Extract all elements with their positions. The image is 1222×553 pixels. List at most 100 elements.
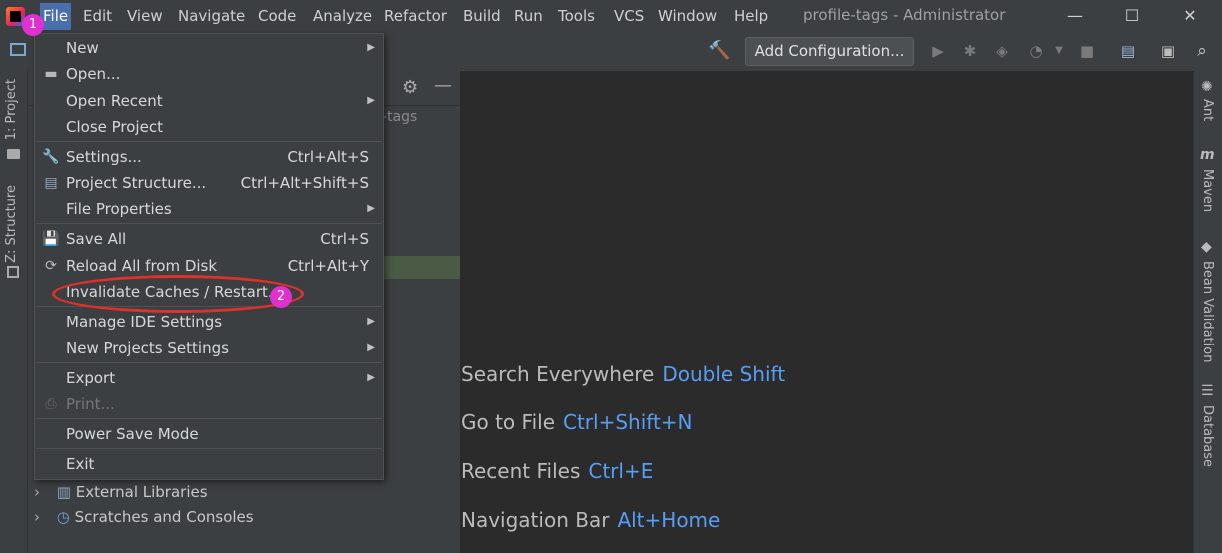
tab-bean-validation[interactable]: Bean Validation bbox=[1200, 261, 1215, 362]
menu-item-label: Open... bbox=[66, 65, 121, 83]
hint-shortcut: Ctrl+Shift+N bbox=[563, 410, 693, 434]
minimize-panel-icon[interactable]: — bbox=[434, 75, 452, 96]
menu-separator bbox=[36, 362, 382, 363]
maven-icon: m bbox=[1200, 147, 1215, 163]
tab-maven[interactable]: Maven bbox=[1200, 169, 1215, 212]
hint-label: Search Everywhere bbox=[461, 362, 655, 386]
tree-item-label: Scratches and Consoles bbox=[74, 508, 254, 526]
menu-item-save-all[interactable]: 💾 Save All Ctrl+S bbox=[35, 226, 383, 252]
menu-item-label: File Properties bbox=[66, 200, 172, 218]
menu-item-open-recent[interactable]: Open Recent ▶ bbox=[35, 88, 383, 114]
menu-item-label: Open Recent bbox=[66, 92, 163, 110]
menu-item-label: New bbox=[66, 39, 99, 57]
menu-item-shortcut: Ctrl+Alt+Shift+S bbox=[240, 174, 369, 192]
add-configuration-button[interactable]: Add Configuration... bbox=[745, 37, 914, 66]
menu-analyze[interactable]: Analyze bbox=[313, 7, 372, 25]
file-menu-dropdown: New ▶ ▬ Open... Open Recent ▶ Close Proj… bbox=[34, 33, 384, 480]
hint-shortcut: Double Shift bbox=[662, 362, 786, 386]
menu-item-label: New Projects Settings bbox=[66, 339, 229, 357]
annotation-badge-2: 2 bbox=[270, 286, 292, 308]
menu-vcs[interactable]: VCS bbox=[614, 7, 644, 25]
menu-item-label: Power Save Mode bbox=[66, 425, 199, 443]
submenu-arrow-icon: ▶ bbox=[367, 95, 375, 106]
menu-bar: File Edit View Navigate Code Analyze Ref… bbox=[0, 0, 1222, 33]
maximize-button[interactable]: ☐ bbox=[1117, 4, 1147, 28]
chevron-down-icon[interactable]: ▼ bbox=[1048, 40, 1070, 62]
tree-item-label: External Libraries bbox=[75, 483, 208, 501]
library-icon: ▥ bbox=[56, 483, 71, 501]
minimize-button[interactable]: — bbox=[1060, 4, 1090, 28]
menu-item-project-structure[interactable]: ▤ Project Structure... Ctrl+Alt+Shift+S bbox=[35, 170, 383, 196]
tab-database[interactable]: Database bbox=[1200, 405, 1215, 467]
menu-help[interactable]: Help bbox=[734, 7, 768, 25]
menu-item-label: Manage IDE Settings bbox=[66, 313, 223, 331]
submenu-arrow-icon: ▶ bbox=[367, 42, 375, 53]
editor-empty-area: Search Everywhere Double Shift Go to File… bbox=[461, 71, 1193, 553]
hint-label: Navigation Bar bbox=[461, 508, 610, 532]
hint-label: Recent Files bbox=[461, 459, 581, 483]
tab-ant[interactable]: Ant bbox=[1200, 99, 1215, 121]
menu-item-exit[interactable]: Exit bbox=[35, 451, 383, 477]
selected-tree-row[interactable] bbox=[380, 256, 460, 279]
save-icon: 💾 bbox=[42, 231, 60, 247]
menu-item-new[interactable]: New ▶ bbox=[35, 35, 383, 61]
menu-code[interactable]: Code bbox=[258, 7, 296, 25]
menu-item-manage-ide-settings[interactable]: Manage IDE Settings ▶ bbox=[35, 309, 383, 335]
profile-icon[interactable]: ◔ bbox=[1025, 40, 1047, 62]
tree-item-scratches[interactable]: › ◷ Scratches and Consoles bbox=[34, 508, 254, 526]
menu-item-shortcut: Ctrl+Alt+Y bbox=[287, 257, 369, 275]
structure-icon bbox=[7, 266, 19, 278]
search-icon[interactable]: ⌕ bbox=[1191, 40, 1213, 62]
chevron-right-icon[interactable]: › bbox=[34, 508, 52, 526]
project-structure-icon[interactable]: ▤ bbox=[1117, 40, 1139, 62]
chevron-right-icon[interactable]: › bbox=[34, 483, 52, 501]
menu-run[interactable]: Run bbox=[514, 7, 543, 25]
project-view-icon[interactable] bbox=[10, 43, 26, 56]
run-icon[interactable]: ▶ bbox=[927, 40, 949, 62]
tab-project[interactable]: 1: Project bbox=[4, 79, 19, 140]
menu-item-file-properties[interactable]: File Properties ▶ bbox=[35, 196, 383, 222]
menu-build[interactable]: Build bbox=[463, 7, 501, 25]
menu-item-label: Settings... bbox=[66, 148, 142, 166]
menu-tools[interactable]: Tools bbox=[558, 7, 595, 25]
menu-item-new-projects-settings[interactable]: New Projects Settings ▶ bbox=[35, 335, 383, 361]
coverage-icon[interactable]: ◈ bbox=[991, 40, 1013, 62]
stop-icon[interactable]: ■ bbox=[1076, 40, 1098, 62]
highlight-ellipse bbox=[52, 275, 304, 313]
tree-item-external-libraries[interactable]: › ▥ External Libraries bbox=[34, 483, 208, 501]
menu-file[interactable]: File bbox=[40, 3, 72, 30]
menu-item-settings[interactable]: 🔧 Settings... Ctrl+Alt+S bbox=[35, 144, 383, 170]
menu-window[interactable]: Window bbox=[658, 7, 717, 25]
menu-item-close-project[interactable]: Close Project bbox=[35, 114, 383, 140]
menu-separator bbox=[36, 223, 382, 224]
scratches-icon: ◷ bbox=[56, 508, 70, 526]
menu-item-export[interactable]: Export ▶ bbox=[35, 365, 383, 391]
menu-view[interactable]: View bbox=[127, 7, 163, 25]
annotation-badge-1: 1 bbox=[22, 14, 44, 36]
terminal-icon[interactable]: ▣ bbox=[1157, 40, 1179, 62]
hint-label: Go to File bbox=[461, 410, 555, 434]
menu-item-open[interactable]: ▬ Open... bbox=[35, 61, 383, 87]
hint-navigation-bar: Navigation Bar Alt+Home bbox=[461, 508, 720, 532]
build-hammer-icon[interactable]: 🔨 bbox=[708, 40, 730, 62]
menu-item-power-save-mode[interactable]: Power Save Mode bbox=[35, 421, 383, 447]
debug-icon[interactable]: ✱ bbox=[959, 40, 981, 62]
tab-structure[interactable]: Z: Structure bbox=[4, 185, 19, 263]
gear-icon[interactable]: ⚙ bbox=[402, 77, 418, 98]
tree-root-label[interactable]: -tags bbox=[382, 109, 417, 125]
menu-item-label: Export bbox=[66, 369, 116, 387]
hint-shortcut: Ctrl+E bbox=[588, 459, 654, 483]
close-window-button[interactable]: ✕ bbox=[1175, 4, 1205, 28]
project-structure-icon: ▤ bbox=[44, 175, 58, 191]
submenu-arrow-icon: ▶ bbox=[367, 372, 375, 383]
reload-icon: ⟳ bbox=[45, 258, 57, 274]
menu-edit[interactable]: Edit bbox=[83, 7, 112, 25]
menu-item-shortcut: Ctrl+Alt+S bbox=[287, 148, 369, 166]
hint-search-everywhere: Search Everywhere Double Shift bbox=[461, 362, 785, 386]
hint-recent-files: Recent Files Ctrl+E bbox=[461, 459, 653, 483]
ant-icon: ✺ bbox=[1201, 79, 1213, 95]
hint-go-to-file: Go to File Ctrl+Shift+N bbox=[461, 410, 693, 434]
menu-navigate[interactable]: Navigate bbox=[178, 7, 245, 25]
folder-icon bbox=[7, 149, 20, 159]
menu-refactor[interactable]: Refactor bbox=[384, 7, 447, 25]
